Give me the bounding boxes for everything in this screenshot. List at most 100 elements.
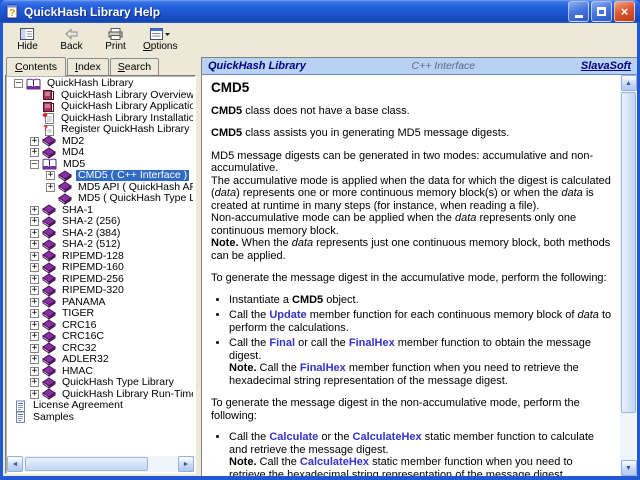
scrollbar-thumb[interactable]	[621, 92, 636, 413]
tree-item-label[interactable]: CRC32	[60, 342, 98, 354]
tree-item-label[interactable]: CMD5 ( C++ Interface )	[76, 170, 190, 182]
expand-icon[interactable]: +	[30, 297, 39, 307]
tree-item[interactable]: + ADLER32	[8, 354, 193, 366]
content-vertical-scrollbar[interactable]: ▲ ▼	[620, 75, 637, 476]
tree-item-label[interactable]: Samples	[31, 411, 76, 423]
scroll-down-icon[interactable]: ▼	[620, 460, 637, 476]
expand-icon[interactable]: +	[30, 148, 39, 158]
tree-item-label[interactable]: RIPEMD-128	[60, 250, 126, 262]
tree-item[interactable]: + MD4	[8, 147, 193, 159]
expand-icon[interactable]: +	[30, 366, 39, 376]
tree-item[interactable]: + SHA-2 (512)	[8, 239, 193, 251]
tree-item[interactable]: ? Register QuickHash Library	[8, 124, 193, 136]
tree-item[interactable]: – QuickHash Library	[8, 78, 193, 90]
tree-item[interactable]: + RIPEMD-160	[8, 262, 193, 274]
expand-icon[interactable]: +	[30, 332, 39, 342]
expand-icon[interactable]: +	[30, 240, 39, 250]
expand-icon[interactable]: +	[30, 286, 39, 296]
tree-item-label[interactable]: TIGER	[60, 308, 96, 319]
options-button[interactable]: Options	[139, 25, 181, 55]
tab-index[interactable]: Index	[67, 58, 109, 75]
expand-icon[interactable]: +	[30, 217, 39, 227]
tree-horizontal-scrollbar[interactable]: ◄ ►	[7, 456, 194, 472]
expand-icon[interactable]: +	[30, 320, 39, 330]
tree-item[interactable]: QuickHash Library Applications	[8, 101, 193, 113]
tree-item-label[interactable]: License Agreement	[31, 400, 125, 411]
tree-item[interactable]: + CRC16C	[8, 331, 193, 343]
close-button[interactable]: ×	[614, 1, 635, 22]
tree-item-label[interactable]: MD4	[60, 147, 86, 158]
tree-item-label[interactable]: MD5 API ( QuickHash API )	[76, 181, 193, 193]
tree-item-label[interactable]: QuickHash Library	[45, 78, 135, 89]
tree-item-label[interactable]: SHA-1	[60, 204, 95, 216]
scroll-up-icon[interactable]: ▲	[620, 75, 637, 91]
content-link[interactable]: Final	[269, 337, 295, 349]
tree-item-label[interactable]: RIPEMD-160	[60, 262, 126, 273]
tree-item-label[interactable]: CRC16C	[60, 331, 106, 342]
scroll-right-icon[interactable]: ►	[178, 456, 194, 472]
tree-item-label[interactable]: RIPEMD-256	[60, 273, 126, 285]
tree-item[interactable]: License Agreement	[8, 400, 193, 412]
content-link[interactable]: CalculateHex	[353, 431, 422, 443]
expand-icon[interactable]: +	[30, 228, 39, 238]
print-button[interactable]: Print	[95, 25, 136, 55]
scrollbar-thumb[interactable]	[25, 457, 149, 471]
tree-item-label[interactable]: RIPEMD-320	[60, 285, 126, 296]
content-link[interactable]: Update	[269, 309, 306, 321]
tree-item[interactable]: + MD2	[8, 135, 193, 148]
tree-item-label[interactable]: PANAMA	[60, 296, 108, 308]
expand-icon[interactable]: +	[46, 182, 55, 192]
collapse-icon[interactable]: –	[30, 159, 39, 169]
tab-search[interactable]: Search	[109, 58, 160, 75]
tree-item-label[interactable]: MD5	[61, 158, 87, 170]
tree-item-label[interactable]: QuickHash Type Library	[60, 377, 176, 388]
expand-icon[interactable]: +	[30, 389, 39, 399]
tree-item[interactable]: + QuickHash Type Library	[8, 377, 193, 389]
minimize-button[interactable]	[568, 1, 589, 22]
content-link[interactable]: FinalHex	[349, 337, 395, 349]
tree-item-label[interactable]: MD2	[60, 135, 86, 147]
tree-item-label[interactable]: SHA-2 (384)	[60, 227, 122, 239]
window-title: QuickHash Library Help	[24, 4, 161, 19]
tree-item[interactable]: + CMD5 ( C++ Interface )	[8, 170, 193, 182]
expand-icon[interactable]: +	[30, 136, 39, 146]
expand-icon[interactable]: +	[30, 355, 39, 365]
expand-icon[interactable]: +	[30, 251, 39, 261]
tree-item-label[interactable]: HMAC	[60, 365, 95, 377]
tree-item-label[interactable]: SHA-2 (512)	[60, 239, 122, 250]
tree-item-label[interactable]: MD5 ( QuickHash Type Library )	[76, 193, 193, 204]
hide-button[interactable]: Hide	[7, 25, 48, 55]
tree-item-label[interactable]: Register QuickHash Library	[59, 124, 191, 135]
tree-item-label[interactable]: SHA-2 (256)	[60, 216, 122, 227]
titlebar[interactable]: ? QuickHash Library Help ×	[0, 0, 640, 23]
expand-icon[interactable]: +	[30, 263, 39, 273]
expand-icon[interactable]: +	[30, 205, 39, 215]
expand-icon[interactable]: +	[30, 274, 39, 284]
tree-item[interactable]: Samples	[8, 411, 193, 424]
tree-item-label[interactable]: QuickHash Library Installation	[59, 112, 193, 124]
back-button[interactable]: Back	[51, 25, 92, 55]
collapse-icon[interactable]: –	[14, 79, 23, 89]
tree-item[interactable]: MD5 ( QuickHash Type Library )	[8, 193, 193, 205]
tree-item-label[interactable]: ADLER32	[60, 354, 111, 365]
text-run: When the	[238, 237, 292, 249]
tree-item-label[interactable]: CRC16	[60, 319, 98, 331]
expand-icon[interactable]: +	[30, 343, 39, 353]
maximize-button[interactable]	[591, 1, 612, 22]
content-link[interactable]: FinalHex	[300, 362, 346, 374]
expand-icon[interactable]: +	[30, 309, 39, 319]
expand-icon[interactable]: +	[46, 171, 55, 181]
tree-item-label[interactable]: QuickHash Library Run-Time Dynamic Linki…	[60, 388, 193, 400]
expand-icon[interactable]: +	[30, 378, 39, 388]
tree-item-label[interactable]: QuickHash Library Applications	[59, 101, 193, 112]
topic-header-brand-link[interactable]: SlavaSoft	[581, 60, 631, 72]
content-link[interactable]: Calculate	[269, 431, 318, 443]
content-link[interactable]: CalculateHex	[300, 456, 369, 468]
tab-contents[interactable]: Contents	[6, 57, 67, 76]
tree-item[interactable]: + PANAMA	[8, 296, 193, 309]
tree-item[interactable]: + TIGER	[8, 308, 193, 320]
tree-item-label[interactable]: QuickHash Library Overview	[59, 89, 193, 101]
tree-item[interactable]: + RIPEMD-320	[8, 285, 193, 297]
scroll-left-icon[interactable]: ◄	[7, 456, 23, 472]
tree-item[interactable]: + SHA-2 (256)	[8, 216, 193, 228]
